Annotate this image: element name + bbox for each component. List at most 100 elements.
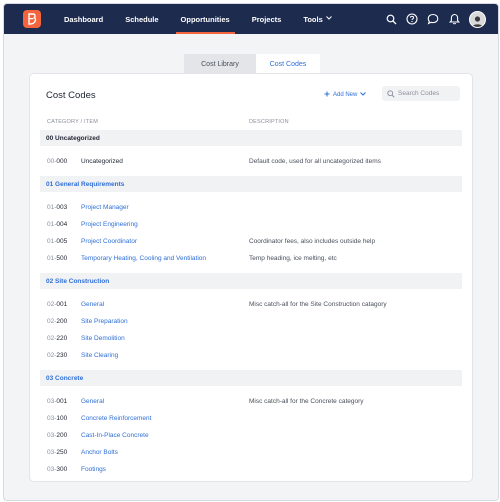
bell-icon[interactable] (448, 13, 460, 25)
tab-label: Cost Library (201, 60, 239, 68)
code-number: 500 (56, 254, 68, 262)
cost-code: 03-300 (47, 466, 67, 473)
item-description: Coordinator fees, also includes outside … (249, 237, 376, 245)
code-prefix: 03- (47, 397, 57, 405)
item-name[interactable]: General (81, 301, 104, 308)
chat-icon[interactable] (427, 13, 439, 25)
item-name: Uncategorized (81, 157, 123, 165)
item-name[interactable]: Anchor Bolts (81, 449, 118, 456)
search-input[interactable] (398, 90, 458, 97)
nav-item-label: Projects (251, 14, 282, 24)
category-row-general-requirements[interactable]: 01 General Requirements (40, 176, 462, 192)
item-description: Misc catch-all for the Concrete category (249, 397, 364, 405)
category-label[interactable]: 01 General Requirements (46, 181, 124, 188)
code-number: 230 (56, 351, 68, 359)
item-name[interactable]: Site Clearing (81, 352, 118, 359)
help-icon[interactable] (406, 13, 418, 25)
code-number: 200 (56, 317, 68, 325)
code-number: 300 (56, 465, 68, 473)
item-description: Misc catch-all for the Site Construction… (249, 300, 387, 308)
nav-item-label: Schedule (125, 14, 159, 24)
category-label[interactable]: 03 Concrete (46, 375, 83, 382)
item-description: Temp heading, ice melting, etc (249, 254, 337, 262)
cost-code: 02-230 (47, 352, 67, 359)
table-row: 02-230 Site Clearing (40, 348, 462, 362)
table-row: 03-100 Concrete Reinforcement (40, 411, 462, 425)
code-prefix: 02- (47, 334, 57, 342)
table-row: 01-500 Temporary Heating, Cooling and Ve… (40, 251, 462, 265)
table-row: 01-004 Project Engineering (40, 217, 462, 231)
code-prefix: 03- (47, 414, 57, 422)
nav-item-opportunities[interactable]: Opportunities (170, 4, 241, 34)
nav-menu: Dashboard Schedule Opportunities Project… (53, 4, 343, 34)
cost-code: 02-220 (47, 335, 67, 342)
code-number: 220 (56, 334, 68, 342)
table-row: 03-250 Anchor Bolts (40, 445, 462, 459)
code-prefix: 03- (47, 431, 57, 439)
code-number: 005 (56, 237, 68, 245)
cost-codes-card: Cost Codes Add New CATEGORY / ITEM DESCR… (30, 74, 472, 481)
code-number: 000 (56, 157, 68, 165)
item-name[interactable]: Footings (81, 466, 106, 473)
search-icon[interactable] (385, 13, 397, 25)
table-row: 03-300 Footings (40, 462, 462, 476)
tab-bar: Cost Library Cost Codes (184, 54, 320, 74)
cost-code: 01-005 (47, 238, 67, 245)
code-prefix: 02- (47, 300, 57, 308)
category-row-uncategorized: 00 Uncategorized (40, 130, 462, 146)
nav-item-label: Tools (303, 14, 323, 24)
item-name[interactable]: Site Demolition (81, 335, 125, 342)
add-new-button[interactable]: Add New (324, 91, 367, 99)
column-header-description: DESCRIPTION (249, 119, 289, 125)
cost-code: 02-001 (47, 301, 67, 308)
item-description: Default code, used for all uncategorized… (249, 157, 381, 165)
item-name[interactable]: Concrete Reinforcement (81, 415, 151, 422)
tab-cost-codes[interactable]: Cost Codes (256, 54, 320, 74)
tab-cost-library[interactable]: Cost Library (184, 54, 256, 74)
avatar[interactable] (469, 10, 486, 28)
item-name[interactable]: General (81, 398, 104, 405)
cost-code: 03-200 (47, 432, 67, 439)
category-label[interactable]: 02 Site Construction (46, 278, 109, 285)
code-number: 003 (56, 203, 68, 211)
item-name[interactable]: Temporary Heating, Cooling and Ventilati… (81, 255, 206, 262)
code-prefix: 00- (47, 157, 57, 165)
cost-code: 03-001 (47, 398, 67, 405)
code-number: 100 (56, 414, 68, 422)
code-prefix: 02- (47, 351, 57, 359)
item-name[interactable]: Cast-In-Place Concrete (81, 432, 149, 439)
category-row-concrete[interactable]: 03 Concrete (40, 370, 462, 386)
item-name[interactable]: Project Manager (81, 204, 129, 211)
table-row: 02-200 Site Preparation (40, 314, 462, 328)
logo-icon[interactable] (23, 10, 41, 28)
code-number: 001 (56, 300, 68, 308)
table-row: 02-001 General Misc catch-all for the Si… (40, 297, 462, 311)
cost-code: 03-250 (47, 449, 67, 456)
table-row: 03-200 Cast-In-Place Concrete (40, 428, 462, 442)
nav-item-tools[interactable]: Tools (292, 4, 342, 34)
cost-code: 03-100 (47, 415, 67, 422)
plus-icon (324, 91, 330, 99)
item-name[interactable]: Project Engineering (81, 221, 138, 228)
category-label: 00 Uncategorized (46, 134, 100, 142)
nav-item-projects[interactable]: Projects (241, 4, 293, 34)
code-number: 001 (56, 397, 68, 405)
item-name[interactable]: Project Coordinator (81, 238, 137, 245)
nav-item-dashboard[interactable]: Dashboard (53, 4, 114, 34)
code-prefix: 03- (47, 465, 57, 473)
cost-code: 01-004 (47, 221, 67, 228)
search-icon (387, 89, 395, 98)
code-prefix: 01- (47, 203, 57, 211)
nav-right-tools (385, 4, 486, 34)
page-title: Cost Codes (46, 90, 96, 101)
item-name[interactable]: Site Preparation (81, 318, 128, 325)
code-number: 004 (56, 220, 68, 228)
search-box[interactable] (382, 86, 460, 101)
category-row-site-construction[interactable]: 02 Site Construction (40, 273, 462, 289)
nav-item-schedule[interactable]: Schedule (114, 4, 169, 34)
code-prefix: 01- (47, 254, 57, 262)
code-prefix: 01- (47, 220, 57, 228)
table-row: 02-220 Site Demolition (40, 331, 462, 345)
table-row: 01-003 Project Manager (40, 200, 462, 214)
cost-code: 00-000 (47, 158, 67, 165)
